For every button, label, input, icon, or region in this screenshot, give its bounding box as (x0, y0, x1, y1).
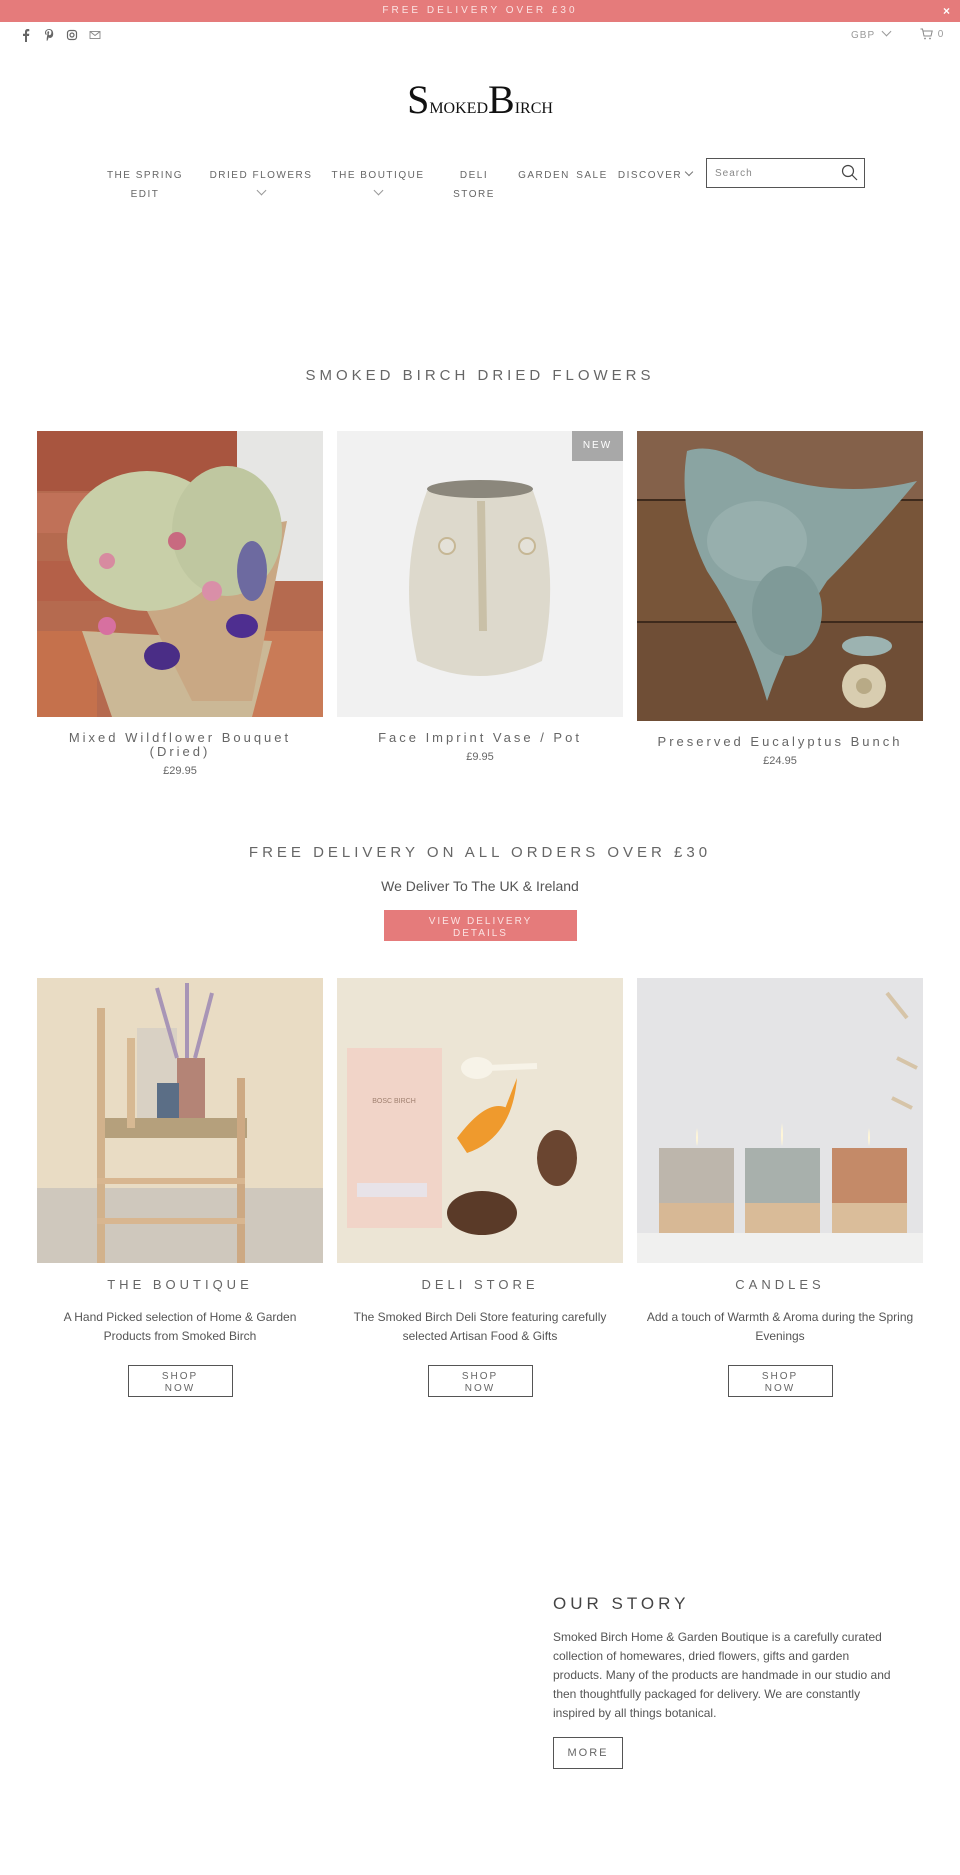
product-name[interactable]: Mixed Wildflower Bouquet (Dried) (37, 731, 323, 759)
nav-label-line2: STORE (453, 189, 495, 200)
nav-item-discover[interactable]: DISCOVER (616, 166, 694, 185)
nav-label: DRIED FLOWERS (209, 170, 313, 181)
close-announcement-button[interactable]: × (943, 0, 950, 22)
nav-label: SALE (576, 170, 608, 181)
button-label-line2: DETAILS (453, 927, 508, 939)
logo-text-irch: IRCH (514, 100, 553, 117)
collection-description: The Smoked Birch Deli Store featuring ca… (353, 1310, 607, 1343)
product-card: Preserved Eucalyptus Bunch £24.95 (637, 431, 923, 767)
announcement-bar: FREE DELIVERY OVER £30 × (0, 0, 960, 22)
button-label-line2: NOW (164, 1382, 196, 1394)
product-image-eucalyptus[interactable] (637, 431, 923, 721)
new-badge: NEW (572, 431, 623, 461)
collection-title[interactable]: DELI STORE (337, 1277, 623, 1292)
logo-initial-b: B (488, 77, 515, 122)
button-label-line1: SHOP (761, 1370, 799, 1382)
email-icon[interactable] (89, 28, 101, 42)
button-label-line2: NOW (764, 1382, 796, 1394)
currency-selector[interactable]: GBP (851, 26, 892, 41)
our-story-section: OUR STORY Smoked Birch Home & Garden Bou… (553, 1594, 893, 1769)
shop-now-button[interactable]: SHOP NOW (427, 1365, 533, 1397)
nav-label: THE BOUTIQUE (331, 170, 425, 181)
search-input[interactable] (707, 159, 827, 187)
button-label-line1: SHOP (161, 1370, 199, 1382)
nav-label: DISCOVER (617, 170, 683, 181)
button-label-line1: VIEW DELIVERY (428, 915, 533, 927)
site-logo[interactable]: SMOKEDBIRCH (405, 80, 555, 126)
collection-image-boutique[interactable] (37, 978, 323, 1263)
shop-now-button[interactable]: SHOP NOW (127, 1365, 233, 1397)
logo-text-moked: MOKED (429, 100, 488, 117)
currency-label: GBP (851, 30, 876, 41)
collection-description: A Hand Picked selection of Home & Garden… (63, 1310, 297, 1343)
search-icon[interactable] (841, 164, 858, 181)
svg-text:BOSC BIRCH: BOSC BIRCH (372, 1098, 416, 1105)
nav-item-the-boutique[interactable]: THE BOUTIQUE (330, 166, 426, 196)
chevron-down-icon (373, 185, 383, 196)
collection-title[interactable]: CANDLES (637, 1277, 923, 1292)
product-name[interactable]: Face Imprint Vase / Pot (337, 731, 623, 745)
product-image-wildflower-bouquet[interactable] (37, 431, 323, 717)
product-name[interactable]: Preserved Eucalyptus Bunch (637, 735, 923, 749)
chevron-down-icon (256, 185, 266, 196)
announcement-text: FREE DELIVERY OVER £30 (382, 5, 578, 16)
nav-label: THE SPRING (106, 170, 184, 181)
nav-label: GARDEN (518, 170, 570, 181)
button-label-line2: NOW (464, 1382, 496, 1394)
collection-card-deli-store: BOSC BIRCH DELI STORE The Smoked Birch D… (337, 978, 623, 1397)
button-label-line1: SHOP (461, 1370, 499, 1382)
collection-image-candles[interactable] (637, 978, 923, 1263)
chevron-down-icon (684, 167, 694, 177)
cart-button[interactable]: 0 (920, 28, 943, 40)
pinterest-icon[interactable] (43, 28, 55, 42)
nav-item-dried-flowers[interactable]: DRIED FLOWERS (208, 166, 314, 196)
product-image-face-vase[interactable]: NEW (337, 431, 623, 717)
cart-count: 0 (937, 28, 944, 40)
featured-section-title: SMOKED BIRCH DRIED FLOWERS (305, 367, 655, 384)
shop-now-button[interactable]: SHOP NOW (727, 1365, 833, 1397)
collection-card-candles: CANDLES Add a touch of Warmth & Aroma du… (637, 978, 923, 1397)
cart-icon (920, 28, 933, 40)
nav-item-spring-edit[interactable]: THE SPRING EDIT (105, 166, 185, 204)
product-price: £24.95 (763, 755, 797, 767)
nav-item-garden[interactable]: GARDEN (517, 166, 571, 185)
view-delivery-details-button[interactable]: VIEW DELIVERY DETAILS (384, 910, 577, 941)
collection-title[interactable]: THE BOUTIQUE (37, 1277, 323, 1292)
nav-label: DELI (459, 170, 489, 181)
product-price: £9.95 (466, 751, 494, 763)
utility-bar: GBP 0 (0, 22, 960, 50)
logo-initial-s: S (407, 77, 430, 122)
product-card: NEW Face Imprint Vase / Pot £9.95 (337, 431, 623, 763)
nav-label-line2: EDIT (130, 189, 160, 200)
facebook-icon[interactable] (20, 28, 32, 42)
more-button[interactable]: MORE (553, 1737, 623, 1769)
product-price: £29.95 (163, 765, 197, 777)
nav-item-sale[interactable]: SALE (576, 166, 608, 185)
our-story-title: OUR STORY (553, 1594, 690, 1613)
our-story-body: Smoked Birch Home & Garden Boutique is a… (553, 1630, 891, 1720)
product-card: Mixed Wildflower Bouquet (Dried) £29.95 (37, 431, 323, 777)
collection-card-boutique: THE BOUTIQUE A Hand Picked selection of … (37, 978, 323, 1397)
nav-item-deli-store[interactable]: DELI STORE (448, 166, 500, 204)
search-box (706, 158, 865, 188)
delivery-title: FREE DELIVERY ON ALL ORDERS OVER £30 (248, 844, 712, 861)
delivery-subtitle: We Deliver To The UK & Ireland (381, 878, 579, 894)
social-links (20, 28, 101, 42)
collection-image-deli-store[interactable]: BOSC BIRCH (337, 978, 623, 1263)
instagram-icon[interactable] (66, 28, 78, 42)
chevron-down-icon (881, 26, 892, 37)
collection-description: Add a touch of Warmth & Aroma during the… (646, 1310, 914, 1343)
